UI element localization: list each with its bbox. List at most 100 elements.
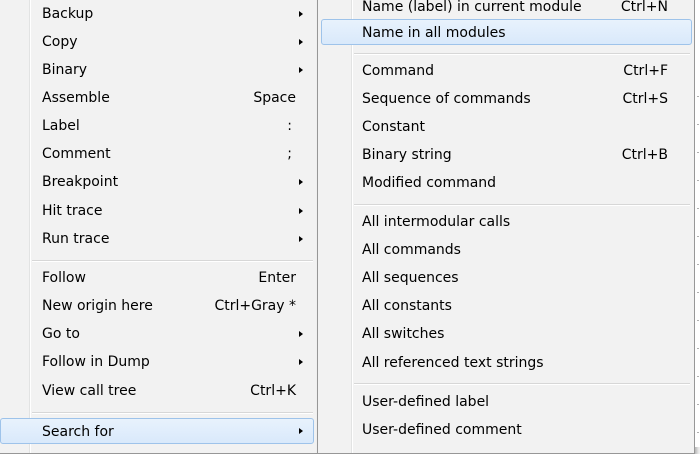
menu-separator xyxy=(354,204,690,206)
menu-separator xyxy=(354,383,690,385)
menu-item-label: User-defined label xyxy=(362,394,490,410)
menu-item-binary-string[interactable]: Binary string Ctrl+B xyxy=(321,142,692,168)
submenu-arrow-icon xyxy=(299,236,303,242)
menu-item-copy[interactable]: Copy xyxy=(0,29,314,55)
menu-item-label: Copy xyxy=(42,34,78,50)
submenu-arrow-icon xyxy=(299,331,303,337)
context-menu: Backup Copy Binary Assemble Space Label … xyxy=(0,0,318,454)
submenu-arrow-icon xyxy=(299,11,303,17)
menu-item-label: All switches xyxy=(362,326,445,342)
menu-item-label: All constants xyxy=(362,298,452,314)
edge-dot xyxy=(697,404,699,405)
menu-item-label: Modified command xyxy=(362,175,497,191)
menu-item-all-switches[interactable]: All switches xyxy=(321,321,692,347)
menu-item-name-in-current-module[interactable]: Name (label) in current module Ctrl+N xyxy=(321,0,692,20)
menu-item-shortcut: ; xyxy=(287,146,292,162)
menu-item-label: User-defined comment xyxy=(362,422,522,438)
menu-item-label: Run trace xyxy=(42,231,110,247)
menu-item-follow-in-dump[interactable]: Follow in Dump xyxy=(0,349,314,375)
menu-item-label: New origin here xyxy=(42,298,153,314)
edge-dot xyxy=(697,320,699,321)
menu-item-backup[interactable]: Backup xyxy=(0,1,314,27)
menu-item-shortcut: Enter xyxy=(258,270,296,286)
menu-item-label: Comment xyxy=(42,146,111,162)
edge-dot xyxy=(697,152,699,153)
menu-item-sequence-of-commands[interactable]: Sequence of commands Ctrl+S xyxy=(321,86,692,112)
menu-item-all-constants[interactable]: All constants xyxy=(321,293,692,319)
menu-item-label: Breakpoint xyxy=(42,174,119,190)
menu-item-label: Sequence of commands xyxy=(362,91,531,107)
menu-separator xyxy=(32,260,313,262)
background-window-edge xyxy=(695,0,700,447)
menu-item-shortcut: Ctrl+Gray * xyxy=(214,298,296,314)
menu-item-shortcut: : xyxy=(287,118,292,134)
search-for-submenu: Name (label) in current module Ctrl+N Na… xyxy=(317,0,695,454)
submenu-arrow-icon xyxy=(299,67,303,73)
menu-item-label: Command xyxy=(362,63,434,79)
menu-item-command[interactable]: Command Ctrl+F xyxy=(321,58,692,84)
menu-item-label: Follow xyxy=(42,270,86,286)
menu-item-modified-command[interactable]: Modified command xyxy=(321,170,692,196)
menu-item-comment[interactable]: Comment ; xyxy=(0,141,314,167)
menu-item-label: All referenced text strings xyxy=(362,355,544,371)
edge-dot xyxy=(697,292,699,293)
menu-item-run-trace[interactable]: Run trace xyxy=(0,226,314,252)
menu-item-all-referenced-text-strings[interactable]: All referenced text strings xyxy=(321,350,692,376)
menu-item-shortcut: Ctrl+N xyxy=(620,0,668,15)
edge-dot xyxy=(697,348,699,349)
menu-item-all-commands[interactable]: All commands xyxy=(321,237,692,263)
menu-item-user-defined-comment[interactable]: User-defined comment xyxy=(321,417,692,443)
menu-item-label[interactable]: Label : xyxy=(0,113,314,139)
menu-item-label: Search for xyxy=(42,424,114,440)
edge-dot xyxy=(697,264,699,265)
edge-dot xyxy=(697,208,699,209)
menu-item-label: Hit trace xyxy=(42,203,103,219)
menu-item-label: All intermodular calls xyxy=(362,214,511,230)
menu-item-label: View call tree xyxy=(42,383,137,399)
menu-item-view-call-tree[interactable]: View call tree Ctrl+K xyxy=(0,378,314,404)
menu-item-shortcut: Space xyxy=(253,90,296,106)
menu-item-assemble[interactable]: Assemble Space xyxy=(0,85,314,111)
menu-item-label: Name in all modules xyxy=(362,25,506,41)
menu-separator xyxy=(32,412,313,414)
menu-separator xyxy=(354,53,690,55)
menu-item-label: Constant xyxy=(362,119,425,135)
submenu-arrow-icon xyxy=(299,428,303,434)
menu-item-shortcut: Ctrl+K xyxy=(250,383,296,399)
menu-item-follow[interactable]: Follow Enter xyxy=(0,265,314,291)
menu-item-hit-trace[interactable]: Hit trace xyxy=(0,198,314,224)
menu-item-binary[interactable]: Binary xyxy=(0,57,314,83)
menu-item-label: Backup xyxy=(42,6,94,22)
menu-item-label: All sequences xyxy=(362,270,459,286)
menu-item-name-in-all-modules[interactable]: Name in all modules xyxy=(321,19,692,45)
menu-item-label: Assemble xyxy=(42,90,110,106)
submenu-arrow-icon xyxy=(299,208,303,214)
menu-item-shortcut: Ctrl+S xyxy=(622,91,668,107)
menu-item-shortcut: Ctrl+B xyxy=(621,147,668,163)
submenu-arrow-icon xyxy=(299,39,303,45)
menu-item-breakpoint[interactable]: Breakpoint xyxy=(0,169,314,195)
menu-item-label: All commands xyxy=(362,242,461,258)
edge-dot xyxy=(697,124,699,125)
menu-item-constant[interactable]: Constant xyxy=(321,114,692,140)
menu-item-shortcut: Ctrl+F xyxy=(623,63,668,79)
submenu-arrow-icon xyxy=(299,359,303,365)
menu-item-user-defined-label[interactable]: User-defined label xyxy=(321,389,692,415)
menu-item-all-intermodular-calls[interactable]: All intermodular calls xyxy=(321,209,692,235)
menu-item-label: Follow in Dump xyxy=(42,354,150,370)
menu-item-all-sequences[interactable]: All sequences xyxy=(321,265,692,291)
submenu-arrow-icon xyxy=(299,179,303,185)
menu-item-label: Go to xyxy=(42,326,80,342)
menu-item-label: Binary xyxy=(42,62,87,78)
menu-item-new-origin-here[interactable]: New origin here Ctrl+Gray * xyxy=(0,293,314,319)
edge-dot xyxy=(697,376,699,377)
edge-dot xyxy=(697,180,699,181)
edge-dot xyxy=(697,96,699,97)
menu-item-label-text: Label xyxy=(42,118,80,134)
menu-item-label: Name (label) in current module xyxy=(362,0,582,15)
edge-dot xyxy=(697,432,699,433)
edge-dot xyxy=(697,236,699,237)
menu-item-go-to[interactable]: Go to xyxy=(0,321,314,347)
menu-item-search-for[interactable]: Search for xyxy=(0,418,314,444)
menu-item-label: Binary string xyxy=(362,147,452,163)
